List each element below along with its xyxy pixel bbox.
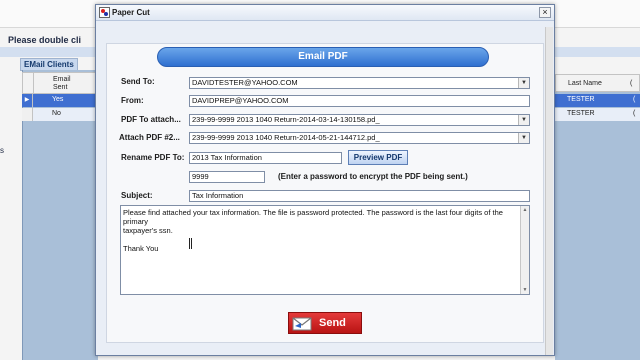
envelope-send-icon xyxy=(292,317,312,331)
from-label: From: xyxy=(121,96,144,105)
preview-pdf-button[interactable]: Preview PDF xyxy=(348,150,408,165)
send-to-label: Send To: xyxy=(121,77,155,86)
from-field[interactable]: DAVIDPREP@YAHOO.COM xyxy=(189,95,530,107)
grid-header: Email Sent xyxy=(22,72,98,94)
grid-header-selector xyxy=(23,73,34,93)
last-name-cell[interactable]: TESTER xyxy=(567,110,595,117)
next-column-header[interactable]: ( xyxy=(630,80,632,87)
message-scrollbar[interactable]: ▲ ▼ xyxy=(520,206,529,294)
row-selector xyxy=(22,108,33,121)
rename-pdf-label: Rename PDF To: xyxy=(121,153,185,162)
dialog-vertical-scrollbar[interactable] xyxy=(545,27,553,355)
email-sent-column-header[interactable]: Email Sent xyxy=(53,76,71,92)
next-cell[interactable]: ( xyxy=(633,110,635,117)
subject-label: Subject: xyxy=(121,191,153,200)
pdf-to-attach-label: PDF To attach... xyxy=(121,115,181,124)
password-note: (Enter a password to encrypt the PDF bei… xyxy=(278,172,468,181)
send-to-value: DAVIDTESTER@YAHOO.COM xyxy=(192,78,298,87)
background-left-text: s xyxy=(0,146,4,155)
pdf-to-attach-dropdown[interactable]: 239-99-9999 2013 1040 Return-2014-03-14-… xyxy=(189,114,530,126)
attach-pdf-2-value: 239-99-9999 2013 1040 Return-2014-05-21-… xyxy=(192,133,380,142)
message-line-3: Thank You xyxy=(123,244,159,253)
message-line-2: taxpayer's ssn. xyxy=(123,226,173,235)
table-row[interactable]: TESTER ( xyxy=(555,94,640,107)
next-cell[interactable]: ( xyxy=(633,96,635,103)
dialog-title: Paper Cut xyxy=(112,8,150,17)
email-sent-cell[interactable]: Yes xyxy=(52,96,63,103)
paper-cut-app-icon xyxy=(99,7,110,18)
dropdown-arrow-icon[interactable]: ▼ xyxy=(518,78,529,88)
last-name-cell[interactable]: TESTER xyxy=(567,96,595,103)
send-button[interactable]: Send xyxy=(288,312,362,334)
attach-pdf-2-label: Attach PDF #2... xyxy=(119,133,180,142)
subject-field[interactable]: Tax Information xyxy=(189,190,530,202)
scroll-down-icon[interactable]: ▼ xyxy=(521,286,529,294)
send-button-label: Send xyxy=(319,317,346,329)
dropdown-arrow-icon[interactable]: ▼ xyxy=(518,133,529,143)
close-button[interactable]: × xyxy=(539,7,551,18)
row-indicator-icon: ▶ xyxy=(22,94,33,107)
text-cursor-icon xyxy=(189,238,192,249)
background-prompt: Please double cli xyxy=(8,35,82,45)
attach-pdf-2-dropdown[interactable]: 239-99-9999 2013 1040 Return-2014-05-21-… xyxy=(189,132,530,144)
table-row[interactable]: ▶ Yes xyxy=(22,94,98,107)
right-grid-header: Last Name ( xyxy=(555,74,640,92)
send-to-dropdown[interactable]: DAVIDTESTER@YAHOO.COM ▼ xyxy=(189,77,530,89)
email-sent-cell[interactable]: No xyxy=(52,110,61,117)
table-row[interactable]: TESTER ( xyxy=(555,108,640,121)
password-field[interactable]: 9999 xyxy=(189,171,265,183)
table-row[interactable]: No xyxy=(22,108,98,121)
close-icon: × xyxy=(542,7,548,17)
message-body[interactable]: Please find attached your tax informatio… xyxy=(120,205,530,295)
dialog-titlebar[interactable]: Paper Cut × xyxy=(96,5,554,21)
email-pdf-header: Email PDF xyxy=(157,47,489,67)
message-line-1: Please find attached your tax informatio… xyxy=(123,208,503,226)
dropdown-arrow-icon[interactable]: ▼ xyxy=(518,115,529,125)
pdf-to-attach-value: 239-99-9999 2013 1040 Return-2014-03-14-… xyxy=(192,115,380,124)
scroll-up-icon[interactable]: ▲ xyxy=(521,206,529,214)
last-name-column-header[interactable]: Last Name xyxy=(568,80,602,87)
rename-pdf-field[interactable]: 2013 Tax Information xyxy=(189,152,342,164)
